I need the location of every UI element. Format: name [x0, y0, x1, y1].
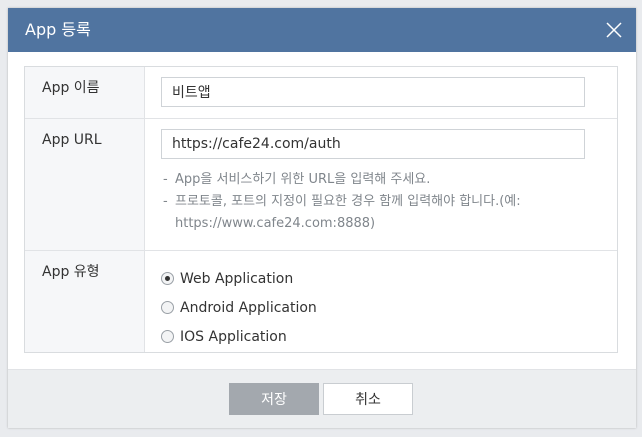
- radio-label: Web Application: [180, 270, 294, 287]
- close-icon[interactable]: [604, 20, 624, 40]
- app-name-input[interactable]: [161, 77, 585, 107]
- radio-button[interactable]: [161, 272, 174, 285]
- form-table: App 이름 App URL -App을 서비스하기 위한 URL을 입력해 주…: [24, 66, 618, 353]
- radio-label: Android Application: [180, 299, 317, 316]
- app-type-radio-group: Web Application Android Application IOS …: [161, 261, 617, 351]
- radio-web-application[interactable]: Web Application: [161, 264, 617, 293]
- help-line-1: App을 서비스하기 위한 URL을 입력해 주세요.: [175, 172, 431, 187]
- radio-ios-application[interactable]: IOS Application: [161, 322, 617, 351]
- app-register-dialog: App 등록 App 이름 App URL -App을 서비스하기 위한: [8, 8, 636, 428]
- app-name-label: App 이름: [25, 67, 145, 118]
- help-line-2: 프로토콜, 포트의 지정이 필요한 경우 함께 입력해야 합니다.(예:: [175, 194, 521, 209]
- url-help-text: - App을 서비스하기 위한 URL을 입력해 주세요. - 프로토콜, 포트의 …: [163, 172, 521, 231]
- help-line-3: https://www.cafe24.com:8888): [175, 216, 376, 231]
- radio-button[interactable]: [161, 330, 174, 343]
- dialog-body: App 이름 App URL -App을 서비스하기 위한 URL을 입력해 주…: [8, 52, 636, 369]
- dialog-title: App 등록: [25, 20, 91, 39]
- app-url-row: App URL -App을 서비스하기 위한 URL을 입력해 주세요. -프로…: [25, 119, 617, 251]
- app-url-label: App URL: [25, 119, 145, 250]
- app-name-row: App 이름: [25, 67, 617, 119]
- app-type-label: App 유형: [25, 251, 145, 352]
- save-button[interactable]: 저장: [229, 383, 319, 415]
- radio-android-application[interactable]: Android Application: [161, 293, 617, 322]
- radio-label: IOS Application: [180, 328, 287, 345]
- radio-button[interactable]: [161, 301, 174, 314]
- cancel-button[interactable]: 취소: [323, 383, 413, 415]
- app-type-row: App 유형 Web Application Android Applicati…: [25, 251, 617, 352]
- dialog-header: App 등록: [8, 8, 636, 52]
- app-url-input[interactable]: [161, 129, 585, 159]
- dialog-footer: 저장 취소: [8, 369, 636, 428]
